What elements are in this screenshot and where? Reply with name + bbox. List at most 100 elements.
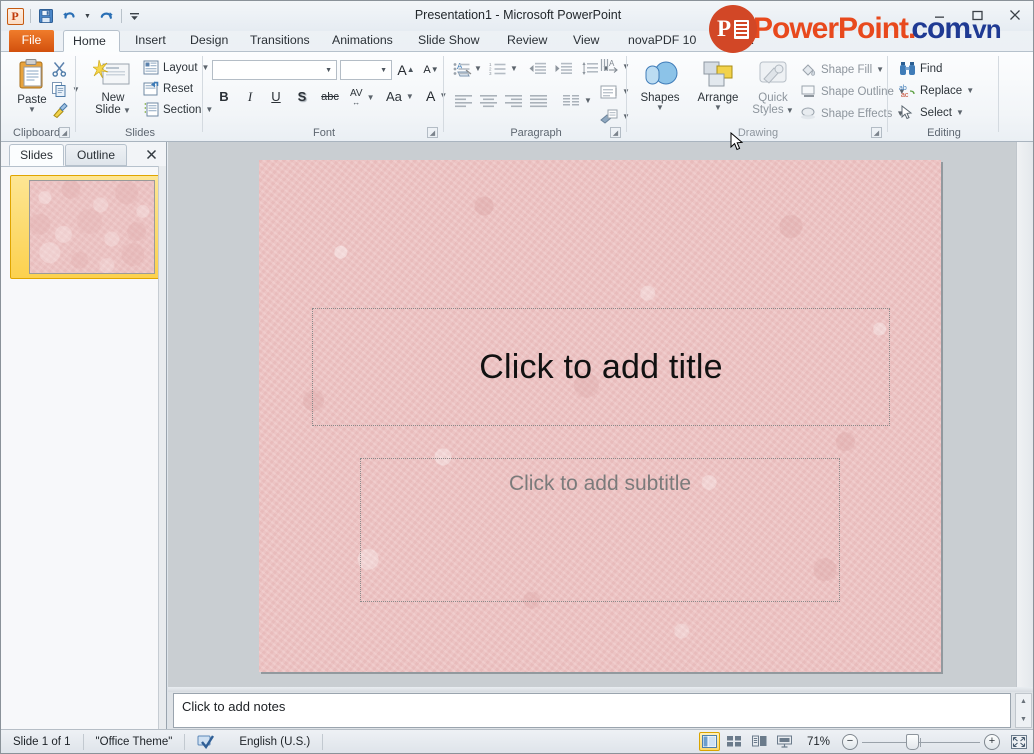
decrease-indent-button[interactable] — [529, 62, 546, 76]
layout-icon — [143, 60, 159, 75]
slide-panel-scrollbar[interactable] — [158, 166, 166, 730]
slide-show-button[interactable] — [774, 732, 795, 751]
language-status[interactable]: English (U.S.) — [227, 730, 322, 754]
numbering-dropdown-icon[interactable]: ▼ — [510, 65, 518, 73]
columns-button[interactable]: ▼ — [563, 94, 592, 108]
font-size-combo[interactable]: ▼ — [340, 60, 392, 80]
replace-dropdown-icon[interactable]: ▼ — [966, 87, 974, 95]
slide-count-status[interactable]: Slide 1 of 1 — [1, 730, 83, 754]
close-button[interactable] — [1001, 5, 1029, 25]
shapes-dropdown-icon[interactable]: ▼ — [656, 104, 664, 112]
arrange-dropdown-icon[interactable]: ▼ — [714, 104, 722, 112]
strikethrough-button[interactable]: abc — [316, 86, 344, 107]
panel-tab-outline[interactable]: Outline — [65, 144, 127, 166]
shapes-button[interactable]: Shapes ▼ — [632, 60, 688, 112]
grow-font-button[interactable]: A▲ — [395, 59, 417, 80]
tab-design[interactable]: Design — [181, 30, 233, 52]
font-size-dropdown-icon[interactable]: ▼ — [380, 67, 387, 74]
tab-novapdf[interactable]: novaPDF 10 — [619, 30, 695, 52]
new-slide-button[interactable]: New Slide ▼ — [85, 58, 141, 116]
notes-scroll-up-icon[interactable]: ▲ — [1016, 694, 1031, 709]
zoom-slider[interactable] — [862, 734, 980, 750]
cursor-arrow-icon — [899, 105, 916, 120]
zoom-in-button[interactable]: + — [984, 734, 1000, 750]
select-dropdown-icon[interactable]: ▼ — [956, 109, 964, 117]
bold-button[interactable]: B — [212, 86, 236, 107]
align-center-button[interactable] — [480, 94, 498, 108]
maximize-button[interactable] — [963, 5, 991, 25]
quick-styles-button[interactable]: Quick Styles ▼ — [748, 60, 798, 116]
reading-view-button[interactable] — [749, 732, 770, 751]
zoom-out-button[interactable]: − — [842, 734, 858, 750]
tab-transitions[interactable]: Transitions — [241, 30, 314, 52]
cut-button[interactable] — [51, 60, 68, 77]
underline-button[interactable]: U — [264, 86, 288, 107]
slide-sorter-view-button[interactable] — [724, 732, 745, 751]
tab-slide-show[interactable]: Slide Show — [409, 30, 487, 52]
find-button[interactable]: Find — [899, 61, 942, 76]
fit-slide-to-window-button[interactable] — [1008, 732, 1029, 751]
slide-canvas[interactable]: Click to add title Click to add subtitle — [259, 160, 941, 672]
tab-view[interactable]: View — [564, 30, 608, 52]
spellcheck-icon — [197, 734, 215, 749]
numbering-button[interactable]: 123 ▼ — [489, 62, 518, 76]
arrange-button[interactable]: Arrange ▼ — [690, 60, 746, 112]
spellcheck-status[interactable] — [185, 730, 227, 754]
replace-button[interactable]: ab ac Replace ▼ — [899, 83, 974, 98]
align-right-button[interactable] — [505, 94, 523, 108]
bullets-button[interactable]: ▼ — [453, 62, 482, 76]
close-panel-button[interactable] — [143, 146, 159, 162]
bullets-dropdown-icon[interactable]: ▼ — [474, 65, 482, 73]
normal-view-button[interactable] — [699, 732, 720, 751]
character-spacing-button[interactable]: AV ↔ ▼ — [350, 89, 375, 107]
text-shadow-button[interactable]: S — [290, 86, 314, 107]
tab-file[interactable]: File — [9, 30, 54, 52]
tab-animations[interactable]: Animations — [323, 30, 395, 52]
font-name-dropdown-icon[interactable]: ▼ — [325, 67, 332, 74]
slides-outline-panel: Slides Outline 1 — [1, 142, 167, 730]
notes-input[interactable]: Click to add notes — [173, 693, 1011, 728]
font-dialog-launcher[interactable]: ◢ — [427, 127, 438, 138]
italic-button[interactable]: I — [238, 86, 262, 107]
clipboard-dialog-launcher[interactable]: ◢ — [59, 127, 70, 138]
tab-review[interactable]: Review — [498, 30, 552, 52]
columns-dropdown-icon[interactable]: ▼ — [584, 97, 592, 105]
character-spacing-dropdown-icon[interactable]: ▼ — [367, 94, 375, 102]
shape-fill-button[interactable]: Shape Fill ▼ — [800, 62, 884, 78]
reset-button[interactable]: Reset — [143, 81, 193, 96]
slide-thumbnail-1[interactable]: 1 — [7, 175, 159, 279]
notes-pane-splitter[interactable] — [168, 687, 1033, 692]
drawing-dialog-launcher[interactable]: ◢ — [871, 127, 882, 138]
format-painter-button[interactable] — [51, 102, 69, 119]
increase-indent-button[interactable] — [555, 62, 572, 76]
slide-area-vertical-scrollbar[interactable] — [1016, 142, 1033, 687]
layout-button[interactable]: Layout ▼ — [143, 60, 209, 75]
paragraph-dialog-launcher[interactable]: ◢ — [610, 127, 621, 138]
notes-scroll-down-icon[interactable]: ▼ — [1016, 712, 1031, 727]
font-name-combo[interactable]: ▼ — [212, 60, 337, 80]
notes-scrollbar[interactable]: ▲ ▼ — [1015, 693, 1032, 728]
zoom-slider-thumb[interactable] — [906, 734, 919, 750]
select-button[interactable]: Select ▼ — [899, 105, 964, 120]
binoculars-icon — [899, 61, 916, 76]
title-placeholder[interactable]: Click to add title — [312, 308, 890, 426]
slide-thumbnail-list[interactable]: 1 — [1, 166, 159, 730]
zoom-level-label[interactable]: 71% — [799, 730, 838, 754]
svg-text:A: A — [609, 59, 615, 68]
tab-foxit-reader[interactable]: Foxit R — [706, 30, 776, 52]
tab-home[interactable]: Home — [63, 30, 120, 52]
tab-insert[interactable]: Insert — [126, 30, 173, 52]
justify-button[interactable] — [530, 94, 548, 108]
shape-fill-dropdown-icon[interactable]: ▼ — [876, 66, 884, 74]
shrink-font-button[interactable]: A▼ — [420, 59, 442, 80]
change-case-button[interactable]: Aa ▼ — [386, 89, 414, 104]
theme-status[interactable]: "Office Theme" — [84, 730, 185, 754]
change-case-dropdown-icon[interactable]: ▼ — [406, 93, 414, 101]
paste-button[interactable]: Paste ▼ — [9, 58, 55, 114]
panel-tab-slides[interactable]: Slides — [9, 144, 64, 166]
minimize-button[interactable] — [925, 5, 953, 25]
paste-dropdown-icon[interactable]: ▼ — [28, 106, 36, 114]
subtitle-placeholder[interactable]: Click to add subtitle — [360, 458, 840, 602]
new-slide-dropdown-icon[interactable]: ▼ — [121, 106, 131, 115]
align-left-button[interactable] — [455, 94, 473, 108]
